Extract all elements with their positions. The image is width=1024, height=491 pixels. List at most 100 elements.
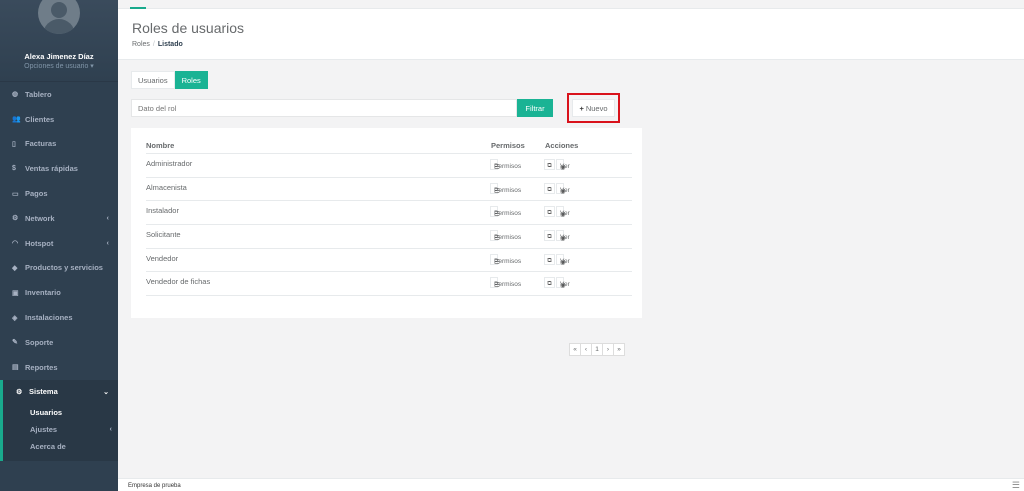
settings-icon[interactable]: ☰	[1012, 480, 1020, 491]
breadcrumb-current: Listado	[157, 41, 183, 48]
sidebar-subitem-usuarios[interactable]: Usuarios	[3, 404, 118, 421]
permissions-button-label: Permisos	[494, 163, 522, 170]
column-header-permisos: Permisos	[491, 141, 525, 150]
copy-icon: ⧉	[547, 281, 552, 288]
sidebar-item-sistema[interactable]: ⚙ Sistema ⌄	[0, 379, 118, 405]
copy-button[interactable]: ⧉	[544, 206, 555, 218]
sistema-submenu: Usuarios Ajustes ‹ Acerca de	[0, 404, 118, 462]
tabs: Usuarios Roles	[131, 71, 208, 89]
roles-table-card: Nombre Permisos Acciones Administrador ☰…	[131, 128, 642, 318]
top-navbar	[118, 0, 1024, 9]
sidebar-item-pagos[interactable]: ▭ Pagos	[0, 181, 118, 206]
footer: Empresa de prueba ☰	[118, 478, 1024, 491]
role-name: Administrador	[146, 159, 193, 168]
profile-panel: Alexa Jimenez Díaz Opciones de usuario ▾	[0, 0, 118, 82]
view-button[interactable]: ◉ Ver	[556, 182, 570, 195]
new-role-button[interactable]: + Nuevo	[572, 99, 615, 117]
tab-roles[interactable]: Roles	[174, 71, 208, 89]
sidebar-item-clientes[interactable]: 👥 Clientes	[0, 107, 118, 132]
tab-usuarios[interactable]: Usuarios	[131, 71, 175, 89]
pagination: « ‹ 1 › »	[569, 343, 625, 356]
sidebar-item-label: Inventario	[25, 288, 61, 298]
permissions-button[interactable]: ☰ Permisos	[490, 182, 521, 195]
copy-button[interactable]: ⧉	[544, 182, 555, 194]
role-name: Solicitante	[146, 230, 181, 240]
permissions-button[interactable]: ☰ Permisos	[490, 206, 521, 218]
chevron-left-icon: ‹	[106, 214, 109, 222]
dashboard-icon: ◍	[12, 91, 19, 99]
view-button-label: Ver	[560, 257, 570, 265]
role-name: Almacenista	[146, 182, 187, 192]
permissions-button[interactable]: ☰ Permisos	[490, 159, 521, 171]
sidebar-subitem-label: Ajustes	[30, 425, 58, 435]
role-search-input[interactable]	[131, 99, 517, 117]
table-body: Administrador ☰ Permisos ⧉ ◉ Ver Almacenis…	[146, 154, 632, 297]
file-icon: ▯	[12, 140, 16, 148]
view-button[interactable]: ◉ Ver	[556, 159, 570, 171]
permissions-button-label: Permisos	[494, 186, 522, 194]
view-button[interactable]: ◉ Ver	[556, 277, 570, 289]
sidebar-item-label: Sistema	[29, 387, 58, 397]
dollar-icon: $	[12, 165, 16, 173]
sidebar-nav: ◍ Tablero 👥 Clientes ▯ Facturas $ Ventas…	[0, 82, 118, 405]
table-row: Administrador ☰ Permisos ⧉ ◉ Ver	[146, 154, 632, 178]
sidebar-item-network[interactable]: ⚙ Network ‹	[0, 206, 118, 231]
avatar[interactable]	[38, 0, 80, 34]
permissions-button[interactable]: ☰ Permisos	[490, 253, 521, 266]
users-icon: 👥	[12, 116, 21, 124]
pagination-last-button[interactable]: »	[613, 343, 625, 356]
breadcrumb-separator: /	[152, 41, 155, 48]
sidebar-item-reportes[interactable]: ▤ Reportes	[0, 355, 118, 380]
sidebar-item-label: Hotspot	[25, 238, 54, 248]
wifi-icon: ◠	[12, 240, 19, 248]
footer-company-name: Empresa de prueba	[128, 483, 181, 489]
copy-icon: ⧉	[547, 257, 552, 264]
view-button[interactable]: ◉ Ver	[556, 230, 570, 242]
view-button-label: Ver	[560, 163, 570, 170]
column-header-nombre: Nombre	[146, 141, 175, 150]
sidebar-item-soporte[interactable]: ✎ Soporte	[0, 330, 118, 355]
permissions-button-label: Permisos	[494, 234, 522, 242]
sidebar-subitem-acerca-de[interactable]: Acerca de	[3, 438, 118, 455]
role-name: Instalador	[146, 206, 179, 216]
sidebar-item-productos[interactable]: ◆ Productos y servicios	[0, 256, 118, 281]
sidebar-item-hotspot[interactable]: ◠ Hotspot ‹	[0, 231, 118, 256]
avatar-head-shape	[51, 2, 67, 18]
sidebar-item-facturas[interactable]: ▯ Facturas	[0, 132, 118, 157]
sidebar-item-label: Instalaciones	[25, 313, 73, 323]
permissions-button[interactable]: ☰ Permisos	[490, 277, 521, 289]
sidebar-item-inventario[interactable]: ▣ Inventario	[0, 280, 118, 305]
view-button[interactable]: ◉ Ver	[556, 253, 570, 266]
copy-button[interactable]: ⧉	[544, 230, 555, 242]
view-button-label: Ver	[560, 281, 570, 289]
copy-button[interactable]: ⧉	[544, 277, 555, 289]
permissions-button[interactable]: ☰ Permisos	[490, 230, 521, 242]
copy-icon: ⧉	[547, 186, 552, 193]
user-options-dropdown[interactable]: Opciones de usuario ▾	[0, 62, 118, 70]
permissions-button-label: Permisos	[494, 257, 522, 265]
sidebar-subitem-label: Acerca de	[30, 442, 66, 452]
copy-icon: ⧉	[547, 163, 552, 169]
column-header-acciones: Acciones	[545, 141, 579, 150]
breadcrumb: Roles / Listado	[132, 41, 183, 48]
sidebar-item-label: Pagos	[25, 189, 48, 199]
sidebar-item-label: Ventas rápidas	[25, 164, 78, 174]
copy-button[interactable]: ⧉	[544, 253, 555, 265]
copy-button[interactable]: ⧉	[544, 159, 555, 170]
filter-button[interactable]: Filtrar	[517, 99, 553, 117]
chevron-left-icon: ‹	[109, 426, 112, 434]
breadcrumb-roles-link[interactable]: Roles	[132, 41, 150, 48]
table-row: Almacenista ☰ Permisos ⧉ ◉ Ver	[146, 178, 632, 202]
sidebar-item-tablero[interactable]: ◍ Tablero	[0, 82, 118, 107]
view-button[interactable]: ◉ Ver	[556, 206, 570, 218]
book-icon: ▤	[12, 364, 19, 372]
sidebar-item-label: Soporte	[25, 337, 54, 347]
sidebar-item-ventas-rapidas[interactable]: $ Ventas rápidas	[0, 156, 118, 181]
sidebar-subitem-ajustes[interactable]: Ajustes ‹	[3, 421, 118, 438]
chevron-down-icon: ⌄	[103, 388, 109, 396]
wrench-icon: ✎	[12, 339, 18, 347]
sidebar-item-instalaciones[interactable]: ◈ Instalaciones	[0, 305, 118, 330]
plus-icon: +	[579, 103, 584, 113]
view-button-label: Ver	[560, 186, 570, 194]
sitemap-icon: ⚙	[12, 215, 19, 223]
